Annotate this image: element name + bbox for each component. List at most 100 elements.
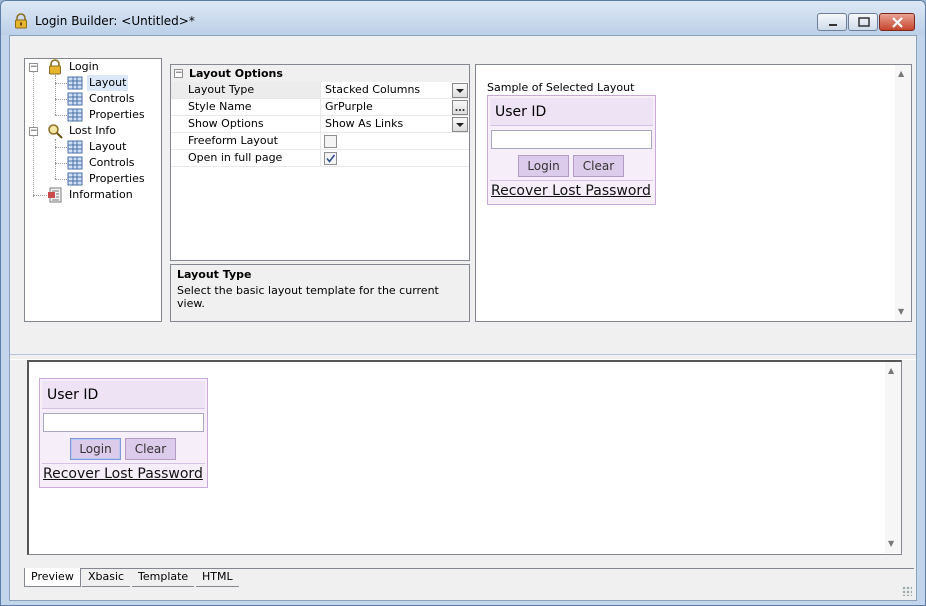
recover-password-link[interactable]: Recover Lost Password bbox=[491, 183, 651, 199]
tree-item-label: Information bbox=[69, 188, 133, 201]
ellipsis-button[interactable] bbox=[452, 100, 468, 115]
minimize-button[interactable] bbox=[817, 13, 847, 31]
tab-html[interactable]: HTML bbox=[196, 568, 239, 587]
freeform-layout-checkbox[interactable] bbox=[324, 135, 337, 148]
dropdown-button[interactable] bbox=[452, 117, 468, 132]
description-title: Layout Type bbox=[177, 268, 252, 281]
navigation-tree[interactable]: − Login Layout Controls Properties − Los… bbox=[24, 58, 162, 322]
tree-connector bbox=[55, 83, 67, 84]
preview-scrollbar[interactable]: ▲ ▼ bbox=[885, 362, 901, 553]
tree-connector bbox=[55, 147, 67, 148]
close-button[interactable] bbox=[879, 13, 915, 31]
divider bbox=[42, 463, 205, 464]
preview-login-form: User ID Login Clear Recover Lost Passwor… bbox=[39, 378, 208, 488]
property-name: Style Name bbox=[171, 99, 321, 115]
property-value[interactable]: Show As Links bbox=[325, 116, 403, 132]
form-header: User ID bbox=[42, 381, 205, 409]
tab-preview[interactable]: Preview bbox=[24, 568, 81, 587]
chevron-down-icon bbox=[456, 123, 464, 127]
tree-item-label: Controls bbox=[89, 156, 135, 169]
info-icon bbox=[48, 187, 62, 203]
grid-icon bbox=[67, 156, 83, 170]
minimize-icon bbox=[829, 24, 837, 26]
property-description-panel: Layout Type Select the basic layout temp… bbox=[170, 264, 470, 322]
grid-icon bbox=[67, 92, 83, 106]
tree-connector bbox=[55, 75, 56, 115]
property-value[interactable]: GrPurple bbox=[325, 99, 373, 115]
tab-xbasic[interactable]: Xbasic bbox=[82, 568, 131, 587]
scroll-up-icon[interactable]: ▲ bbox=[898, 69, 904, 78]
tab-template[interactable]: Template bbox=[132, 568, 195, 587]
dropdown-button[interactable] bbox=[452, 83, 468, 98]
property-name: Show Options bbox=[171, 116, 321, 132]
property-row-style-name[interactable]: Style Name GrPurple bbox=[171, 99, 469, 116]
client-area: − Login Layout Controls Properties − Los… bbox=[9, 35, 917, 601]
category-layout-options[interactable]: − Layout Options bbox=[171, 65, 469, 82]
user-id-label: User ID bbox=[47, 387, 99, 403]
maximize-button[interactable] bbox=[848, 13, 878, 31]
user-id-label: User ID bbox=[495, 104, 547, 120]
tree-connector bbox=[55, 139, 56, 179]
collapse-login-icon[interactable]: − bbox=[29, 63, 38, 72]
sample-scrollbar[interactable]: ▲ ▼ bbox=[895, 65, 911, 321]
property-row-show-options[interactable]: Show Options Show As Links bbox=[171, 116, 469, 133]
property-name: Freeform Layout bbox=[171, 133, 321, 149]
property-row-open-in-full-page[interactable]: Open in full page bbox=[171, 150, 469, 167]
grid-icon bbox=[67, 172, 83, 186]
property-name: Open in full page bbox=[171, 150, 321, 166]
property-row-freeform-layout[interactable]: Freeform Layout bbox=[171, 133, 469, 150]
property-row-layout-type[interactable]: Layout Type Stacked Columns bbox=[171, 82, 469, 99]
property-value[interactable]: Stacked Columns bbox=[325, 82, 420, 98]
user-id-input[interactable] bbox=[43, 413, 204, 432]
resize-grip[interactable] bbox=[902, 586, 912, 596]
clear-button[interactable]: Clear bbox=[573, 155, 624, 177]
tree-connector bbox=[55, 179, 67, 180]
login-button[interactable]: Login bbox=[70, 438, 121, 460]
scroll-down-icon[interactable]: ▼ bbox=[898, 307, 904, 316]
tree-item-label: Controls bbox=[89, 92, 135, 105]
tree-item-label: Layout bbox=[89, 140, 127, 153]
window-title: Login Builder: <Untitled>* bbox=[35, 14, 195, 28]
collapse-lost-info-icon[interactable]: − bbox=[29, 127, 38, 136]
login-button[interactable]: Login bbox=[518, 155, 569, 177]
sample-login-form: User ID Login Clear Recover Lost Passwor… bbox=[487, 95, 656, 205]
divider bbox=[490, 180, 653, 181]
recover-password-link[interactable]: Recover Lost Password bbox=[43, 466, 203, 482]
tree-connector bbox=[55, 163, 67, 164]
tree-item-label: Login bbox=[69, 60, 99, 73]
ellipsis-icon bbox=[455, 109, 465, 111]
collapse-category-icon[interactable]: − bbox=[174, 69, 183, 78]
tree-item-label: Properties bbox=[89, 108, 145, 121]
property-grid: − Layout Options Layout Type Stacked Col… bbox=[170, 64, 470, 261]
lock-icon bbox=[49, 59, 61, 75]
sample-layout-panel: Sample of Selected Layout User ID Login … bbox=[475, 64, 912, 322]
scroll-down-icon[interactable]: ▼ bbox=[888, 539, 894, 548]
description-text: Select the basic layout template for the… bbox=[177, 284, 439, 310]
tree-connector bbox=[55, 115, 67, 116]
search-icon bbox=[48, 124, 63, 139]
bottom-tab-strip: Preview Xbasic Template HTML bbox=[24, 568, 914, 588]
property-name: Layout Type bbox=[171, 82, 321, 98]
login-builder-window: Login Builder: <Untitled>* − Login Layou… bbox=[0, 0, 926, 606]
scroll-up-icon[interactable]: ▲ bbox=[888, 366, 894, 375]
grid-icon bbox=[67, 140, 83, 154]
tree-item-label: Lost Info bbox=[69, 124, 117, 137]
tree-connector bbox=[55, 99, 67, 100]
grid-icon bbox=[67, 76, 83, 90]
lock-icon bbox=[15, 13, 27, 29]
tree-item-label: Properties bbox=[89, 172, 145, 185]
user-id-input[interactable] bbox=[491, 130, 652, 149]
open-in-full-page-checkbox[interactable] bbox=[324, 152, 337, 165]
close-icon bbox=[892, 17, 903, 28]
grid-icon bbox=[67, 108, 83, 122]
category-label: Layout Options bbox=[189, 67, 283, 80]
preview-panel: User ID Login Clear Recover Lost Passwor… bbox=[27, 360, 902, 555]
clear-button[interactable]: Clear bbox=[125, 438, 176, 460]
tree-item-label: Layout bbox=[87, 75, 129, 91]
title-bar[interactable]: Login Builder: <Untitled>* bbox=[1, 1, 925, 35]
tree-connector bbox=[33, 195, 47, 196]
chevron-down-icon bbox=[456, 89, 464, 93]
maximize-icon bbox=[858, 17, 870, 27]
form-header: User ID bbox=[490, 98, 653, 126]
checkmark-icon bbox=[326, 154, 336, 163]
